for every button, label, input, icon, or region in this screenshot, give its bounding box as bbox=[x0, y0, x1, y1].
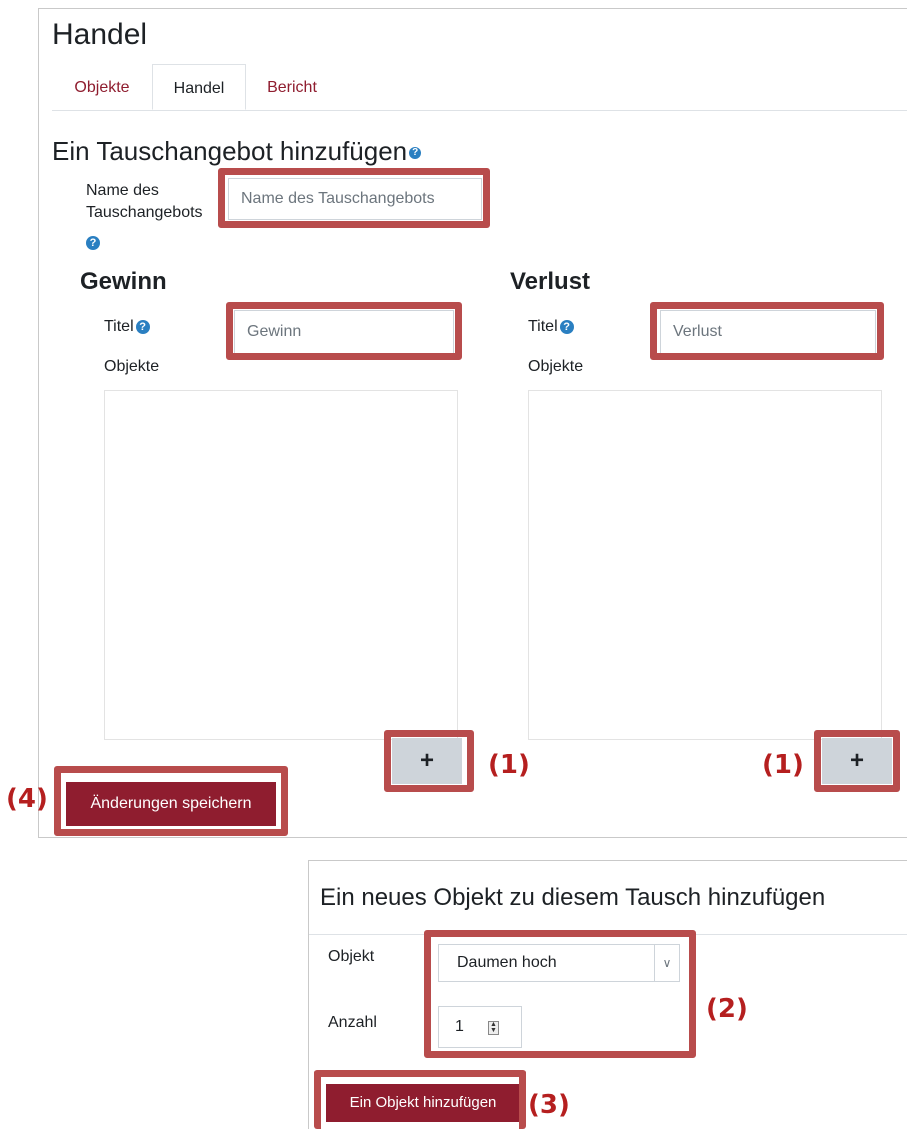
tab-objekte[interactable]: Objekte bbox=[52, 64, 152, 110]
page-title: Handel bbox=[52, 18, 148, 51]
object-select[interactable]: Daumen hoch ∨ bbox=[438, 944, 680, 982]
loss-title-label: Titel? bbox=[528, 318, 574, 336]
object-label: Objekt bbox=[328, 948, 375, 965]
help-icon[interactable]: ? bbox=[409, 147, 422, 160]
gain-title-help-icon[interactable]: ? bbox=[135, 319, 150, 334]
marker-1-left: (1) bbox=[488, 750, 530, 780]
marker-3: (3) bbox=[528, 1090, 570, 1120]
gain-heading: Gewinn bbox=[80, 268, 167, 295]
save-changes-button[interactable]: Änderungen speichern bbox=[66, 782, 276, 826]
loss-objects-label: Objekte bbox=[528, 358, 584, 375]
chevron-down-icon: ∨ bbox=[654, 945, 679, 981]
marker-4: (4) bbox=[6, 784, 48, 814]
name-label-line2: Tauschangebots bbox=[86, 204, 203, 221]
loss-title-input[interactable]: Verlust bbox=[660, 310, 876, 354]
trade-name-input[interactable]: Name des Tauschangebots bbox=[228, 178, 482, 220]
count-label: Anzahl bbox=[328, 1014, 377, 1031]
name-label-line1: Name des bbox=[86, 182, 159, 199]
name-help-icon[interactable]: ? bbox=[86, 236, 100, 250]
add-object-button[interactable]: Ein Objekt hinzufügen bbox=[326, 1084, 520, 1122]
count-value: 1 bbox=[455, 1018, 464, 1035]
tab-bar: Objekte Handel Bericht bbox=[52, 64, 907, 111]
dialog-divider bbox=[309, 934, 907, 935]
stepper-icon[interactable]: ▲ ▼ bbox=[488, 1021, 499, 1035]
marker-2: (2) bbox=[706, 994, 748, 1024]
tab-bericht[interactable]: Bericht bbox=[246, 64, 338, 110]
count-input[interactable]: 1 ▲ ▼ bbox=[438, 1006, 522, 1048]
gain-objects-list[interactable] bbox=[104, 390, 458, 740]
tab-handel[interactable]: Handel bbox=[152, 64, 246, 110]
object-select-value: Daumen hoch bbox=[457, 954, 557, 971]
loss-heading: Verlust bbox=[510, 268, 591, 295]
dialog-title: Ein neues Objekt zu diesem Tausch hinzuf… bbox=[320, 884, 826, 911]
loss-objects-list[interactable] bbox=[528, 390, 882, 740]
loss-title-help-icon[interactable]: ? bbox=[559, 319, 574, 334]
gain-title-label-text: Titel bbox=[104, 318, 134, 335]
name-label: Name des Tauschangebots bbox=[86, 180, 203, 224]
gain-add-object-button[interactable]: + bbox=[392, 738, 462, 784]
loss-add-object-button[interactable]: + bbox=[822, 738, 892, 784]
gain-title-input[interactable]: Gewinn bbox=[234, 310, 454, 354]
loss-title-label-text: Titel bbox=[528, 318, 558, 335]
marker-1-right: (1) bbox=[762, 750, 804, 780]
section-title: Ein Tauschangebot hinzufügen? bbox=[52, 136, 422, 167]
gain-title-label: Titel? bbox=[104, 318, 150, 336]
gain-objects-label: Objekte bbox=[104, 358, 160, 375]
section-title-text: Ein Tauschangebot hinzufügen bbox=[52, 136, 408, 166]
